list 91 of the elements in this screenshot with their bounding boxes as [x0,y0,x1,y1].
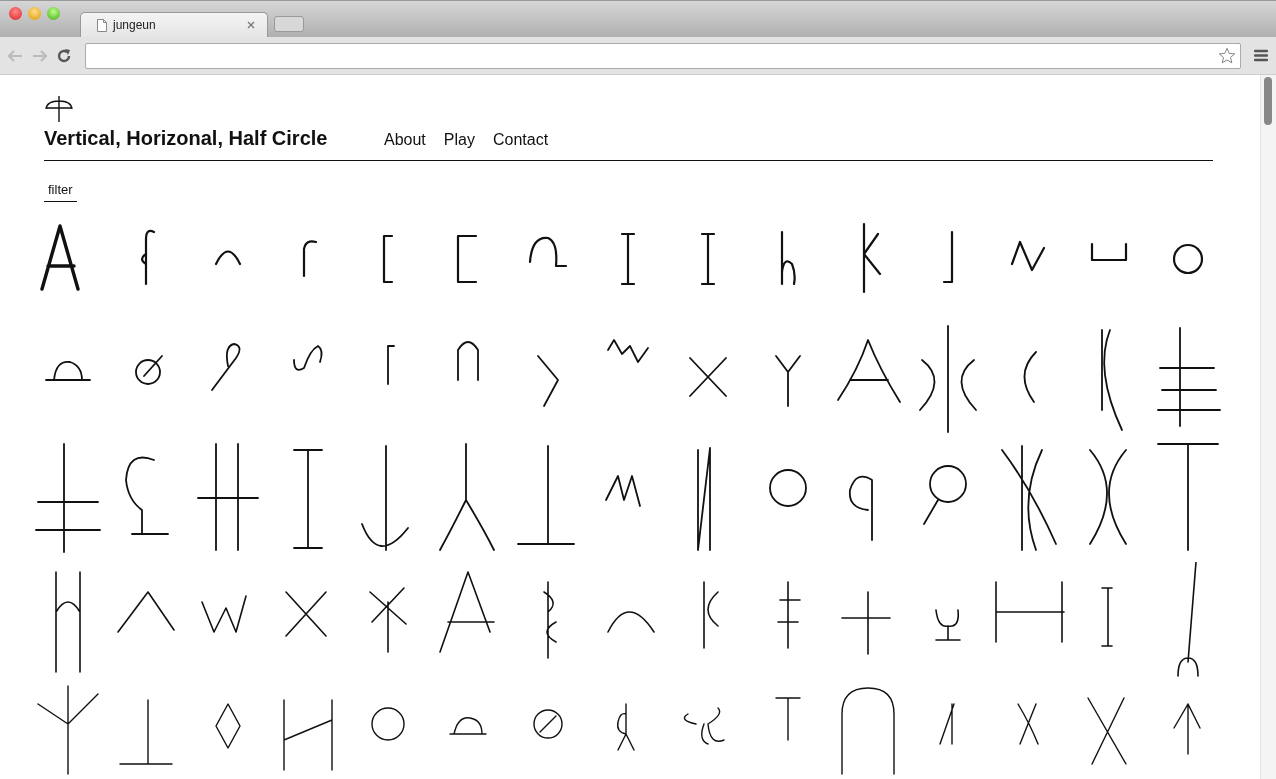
glyph-drawing[interactable] [215,703,241,749]
glyph-drawing[interactable] [125,456,169,535]
glyph-drawing[interactable] [293,449,323,549]
glyph-drawing[interactable] [40,224,80,291]
glyph-drawing[interactable] [769,469,807,507]
glyph-drawing[interactable] [456,234,478,284]
glyph-drawing[interactable] [616,703,635,751]
glyph-drawing[interactable] [211,343,241,391]
glyph-drawing[interactable] [35,443,101,553]
glyph-drawing[interactable] [517,445,575,545]
glyph-drawing[interactable] [1001,445,1057,551]
glyph-drawing[interactable] [689,357,727,397]
reload-icon[interactable] [56,47,72,64]
glyph-drawing[interactable] [935,609,961,641]
glyph-drawing[interactable] [775,697,801,741]
glyph-drawing[interactable] [919,325,977,433]
glyph-drawing[interactable] [683,707,725,745]
glyph-drawing[interactable] [1017,703,1039,745]
logo-icon [45,95,73,123]
glyph-drawing[interactable] [119,699,173,765]
glyph-drawing[interactable] [135,355,163,385]
glyph-drawing[interactable] [302,240,318,278]
glyph-drawing[interactable] [293,345,323,371]
glyph-drawing[interactable] [528,236,568,268]
glyph-drawing[interactable] [1010,240,1046,272]
glyph-drawing[interactable] [700,232,716,286]
document-icon [97,18,107,32]
glyph-drawing[interactable] [923,465,967,525]
glyph-drawing[interactable] [605,475,641,507]
glyph-drawing[interactable] [1157,443,1219,551]
glyph-drawing[interactable] [1090,242,1128,262]
glyph-drawing[interactable] [140,229,156,286]
glyph-drawing[interactable] [1157,327,1221,427]
glyph-drawing[interactable] [457,341,479,381]
glyph-drawing[interactable] [837,339,901,403]
glyph-drawing[interactable] [439,571,495,653]
glyph-drawing[interactable] [607,339,649,363]
glyph-drawing[interactable] [697,447,711,551]
glyph-drawing[interactable] [387,345,395,385]
glyph-drawing[interactable] [620,232,636,286]
glyph-drawing[interactable] [117,591,175,633]
nav-link[interactable]: Contact [492,131,549,149]
glyph-drawing[interactable] [848,475,873,541]
glyph-drawing[interactable] [37,685,99,775]
close-icon[interactable] [247,21,255,29]
glyph-drawing[interactable] [841,687,895,775]
glyph-drawing[interactable] [1173,703,1201,755]
glyph-drawing[interactable] [449,717,487,735]
glyph-drawing[interactable] [841,591,891,655]
tab-title: jungeun [113,18,157,32]
glyph-drawing[interactable] [1023,351,1037,403]
menu-icon[interactable] [1254,49,1268,62]
glyph-drawing[interactable] [775,355,801,407]
glyph-drawing[interactable] [371,707,405,741]
glyph-drawing[interactable] [1089,449,1127,545]
glyph-drawing[interactable] [439,443,495,551]
glyph-drawing[interactable] [942,230,954,284]
browser-tab[interactable]: jungeun [80,12,268,37]
glyph-drawing[interactable] [201,595,247,633]
glyph-drawing[interactable] [607,611,655,633]
site-title: Vertical, Horizonal, Half Circle [44,127,329,150]
glyph-drawing[interactable] [1172,243,1204,275]
glyph-drawing[interactable] [543,581,557,659]
star-icon[interactable] [1218,46,1236,65]
glyph-drawing[interactable] [862,222,882,294]
glyph-drawing[interactable] [777,581,801,649]
glyph-drawing[interactable] [1101,329,1123,431]
glyph-drawing[interactable] [382,234,394,284]
glyph-drawing[interactable] [197,443,259,551]
nav-link[interactable]: About [384,131,426,149]
glyph-drawing[interactable] [780,230,796,286]
scrollbar-thumb[interactable] [1264,77,1272,125]
glyph-drawing[interactable] [283,699,333,771]
address-field[interactable] [85,42,1241,69]
glyph-drawing[interactable] [1177,562,1199,677]
glyph-drawing[interactable] [939,703,955,745]
glyph-drawing[interactable] [55,571,81,673]
glyph-drawing[interactable] [1087,697,1127,765]
glyph-drawing[interactable] [703,581,719,649]
glyph-drawing[interactable] [533,709,563,739]
glyph-drawing[interactable] [537,355,559,407]
filter-link[interactable]: filter [44,182,77,202]
glyph-drawing[interactable] [45,360,91,381]
close-window-button[interactable] [9,6,22,20]
glyph-drawing[interactable] [1101,587,1113,647]
glyph-drawing[interactable] [995,581,1065,643]
glyph-drawing[interactable] [285,591,327,637]
nav-link[interactable]: Play [443,131,475,149]
glyph-drawing[interactable] [214,250,242,266]
glyph-drawing[interactable] [369,587,407,653]
glyph-drawing[interactable] [361,445,409,551]
